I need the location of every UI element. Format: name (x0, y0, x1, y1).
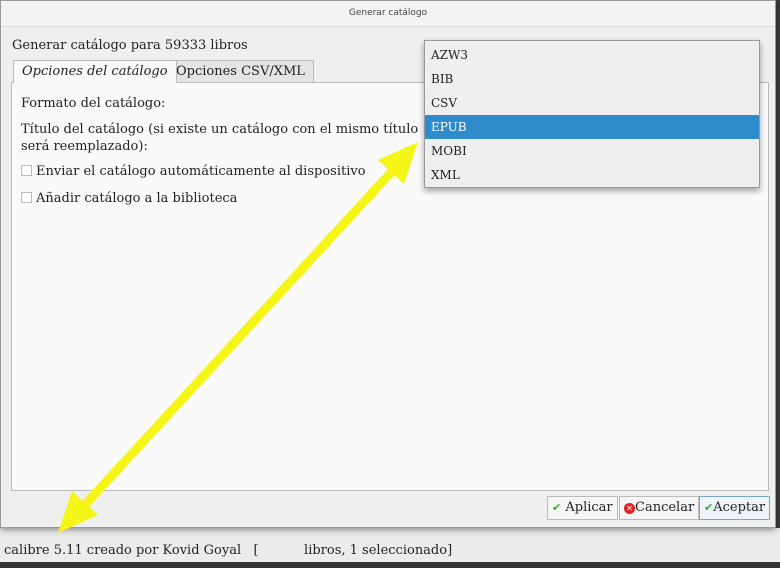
annotation-double-arrow-icon (58, 142, 418, 533)
